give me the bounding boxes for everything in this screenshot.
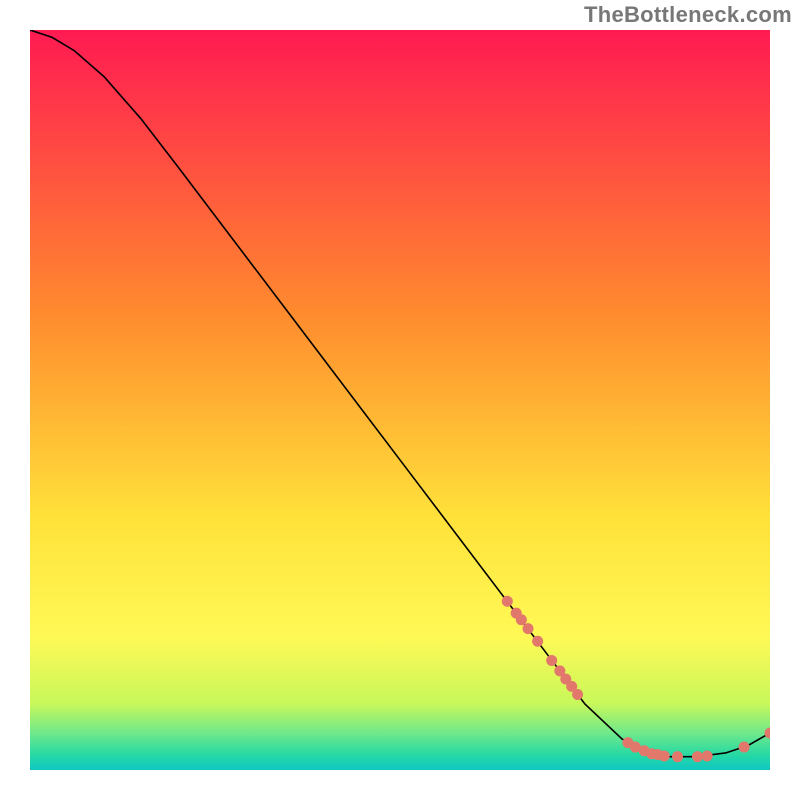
plot-area — [30, 30, 770, 770]
data-marker — [659, 750, 670, 761]
data-marker — [739, 742, 750, 753]
chart-svg — [30, 30, 770, 770]
data-marker — [516, 614, 527, 625]
data-marker — [523, 623, 534, 634]
watermark-text: TheBottleneck.com — [584, 2, 792, 28]
gradient-background — [30, 30, 770, 770]
data-marker — [546, 655, 557, 666]
data-marker — [502, 596, 513, 607]
data-marker — [532, 636, 543, 647]
data-marker — [692, 751, 703, 762]
data-marker — [572, 689, 583, 700]
data-marker — [672, 751, 683, 762]
chart-container: TheBottleneck.com — [0, 0, 800, 800]
data-marker — [702, 750, 713, 761]
